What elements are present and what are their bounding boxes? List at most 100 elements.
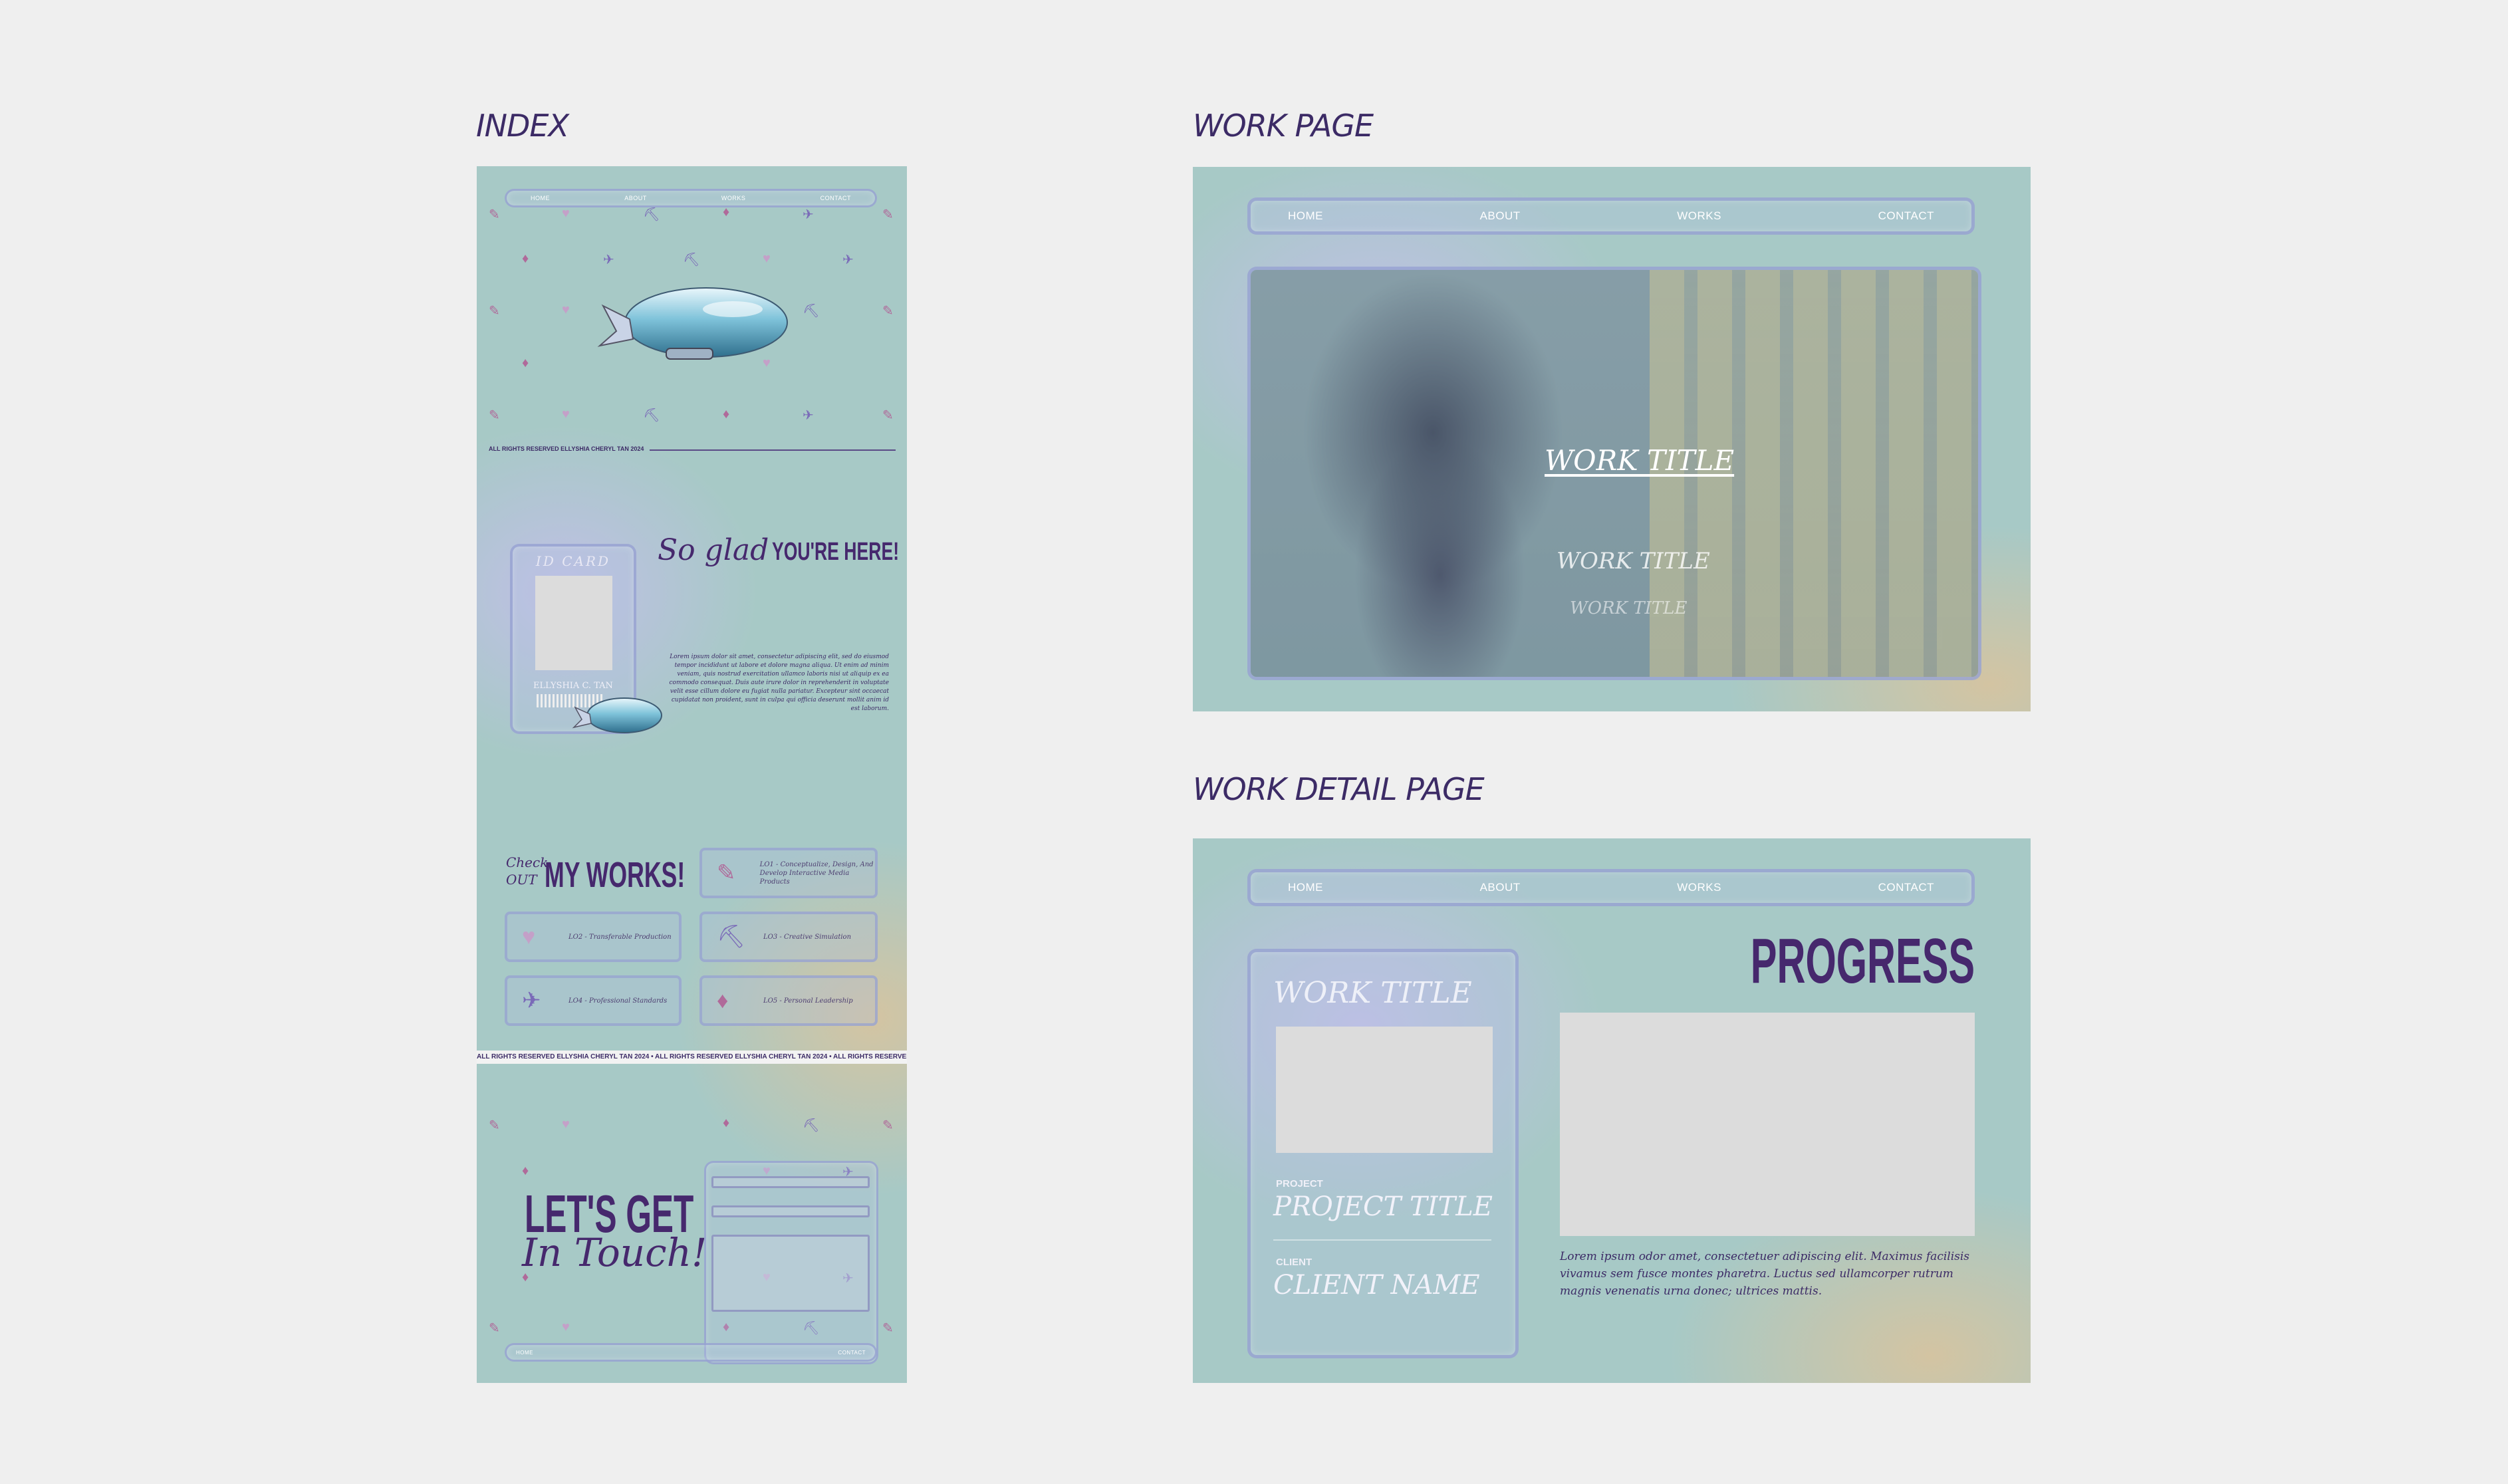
work-detail-frame: HOME ABOUT WORKS CONTACT WORK TITLE PROJ… (1193, 838, 2031, 1383)
nav-home-link[interactable]: HOME (1288, 209, 1323, 223)
heart-icon: ♥ (522, 924, 536, 949)
pickaxe-icon: ⛏ (803, 304, 820, 318)
glad-strong: YOU'RE HERE! (771, 538, 899, 566)
strawberry-icon: ♦ (522, 1164, 529, 1178)
nav-works-link[interactable]: WORKS (1677, 881, 1721, 894)
blimp-illustration (597, 287, 788, 360)
name-input[interactable] (711, 1176, 870, 1188)
lipstick-icon: ✎ (882, 304, 894, 318)
work-card-lo1[interactable]: ✎ LO1 - Conceptualize, Design, And Devel… (699, 848, 878, 898)
work-card-label: LO2 - Transferable Production (568, 933, 672, 941)
lipstick-icon: ✎ (882, 1321, 894, 1336)
nav-contact-link[interactable]: CONTACT (1878, 881, 1934, 894)
small-blimp-illustration (572, 697, 662, 733)
work-card-label: LO3 - Creative Simulation (763, 933, 852, 941)
project-title: PROJECT TITLE (1273, 1191, 1493, 1222)
lipstick-icon: ✎ (882, 207, 894, 222)
out-text: OUT (506, 872, 537, 888)
detail-body-text: Lorem ipsum odor amet, consectetuer adip… (1560, 1250, 1970, 1298)
progress-heading: PROGRESS (1750, 926, 1975, 997)
project-label: PROJECT (1276, 1178, 1323, 1189)
pickaxe-icon: ⛏ (643, 408, 660, 423)
work-title-secondary[interactable]: WORK TITLE (1557, 548, 1710, 574)
lipstick-icon: ✎ (489, 1118, 500, 1133)
rights-ticker: ALL RIGHTS RESERVED ELLYSHIA CHERYL TAN … (477, 1051, 907, 1064)
heart-icon: ♥ (562, 1320, 570, 1334)
lipstick-icon: ✎ (489, 207, 500, 222)
lipstick-icon: ✎ (489, 304, 500, 318)
strawberry-icon: ♦ (723, 205, 730, 219)
about-body-text: Lorem ipsum dolor sit amet, consectetur … (669, 654, 889, 712)
lipstick-icon: ✎ (489, 1321, 500, 1336)
hairdryer-icon: ✈ (842, 253, 854, 267)
nav-works-link[interactable]: WORKS (721, 195, 746, 201)
work-card-label: LO1 - Conceptualize, Design, And Develop… (759, 860, 874, 886)
detail-work-title: WORK TITLE (1273, 976, 1472, 1010)
message-textarea[interactable] (711, 1235, 870, 1312)
heart-icon: ♥ (562, 206, 570, 221)
glad-prefix: So glad (658, 533, 769, 567)
hairdryer-icon: ✈ (603, 253, 614, 267)
work-card-label: LO5 - Personal Leadership (763, 997, 853, 1005)
lipstick-icon: ✎ (489, 408, 500, 423)
client-label: CLIENT (1276, 1257, 1313, 1268)
strawberry-icon: ♦ (723, 1116, 730, 1130)
works-heading: Check OUT MY WORKS! (506, 854, 699, 901)
nav-about-link[interactable]: ABOUT (1480, 881, 1521, 894)
work-page-frame: HOME ABOUT WORKS CONTACT WORK TITLE WORK… (1193, 167, 2031, 711)
footer-home-link[interactable]: HOME (516, 1350, 533, 1356)
nav-about-link[interactable]: ABOUT (624, 195, 647, 201)
index-frame-label: INDEX (476, 108, 569, 144)
in-touch-heading: In Touch! (522, 1230, 707, 1275)
detail-nav-bar: HOME ABOUT WORKS CONTACT (1247, 869, 1975, 906)
progress-image-placeholder (1560, 1013, 1975, 1236)
lipstick-icon: ✎ (882, 1118, 894, 1133)
work-card-lo5[interactable]: ♦ LO5 - Personal Leadership (699, 975, 878, 1026)
work-title-tertiary[interactable]: WORK TITLE (1570, 598, 1688, 618)
nav-contact-link[interactable]: CONTACT (1878, 209, 1934, 223)
work-card-label: LO4 - Professional Standards (568, 997, 668, 1005)
client-name: CLIENT NAME (1273, 1270, 1480, 1300)
work-page-frame-label: WORK PAGE (1193, 108, 1374, 144)
nav-home-link[interactable]: HOME (531, 195, 550, 201)
id-photo-placeholder (535, 576, 612, 670)
heart-icon: ♥ (763, 251, 771, 266)
about-heading: So glad YOU'RE HERE! (658, 533, 899, 567)
index-frame: HOME ABOUT WORKS CONTACT ✎ ♥ ⛏ ♦ ✈ ✎ ♦ ✈… (477, 166, 907, 1383)
hairdryer-icon: ✈ (803, 408, 814, 423)
contact-form (704, 1161, 878, 1364)
nav-home-link[interactable]: HOME (1288, 881, 1323, 894)
id-card-name: ELLYSHIA C. TAN (533, 681, 613, 691)
index-nav-bar: HOME ABOUT WORKS CONTACT (505, 189, 877, 207)
lipstick-icon: ✎ (882, 408, 894, 423)
work-card-lo3[interactable]: ⛏ LO3 - Creative Simulation (699, 912, 878, 962)
work-hero-panel: WORK TITLE WORK TITLE WORK TITLE (1247, 267, 1981, 680)
strawberry-icon: ♦ (717, 987, 729, 1013)
check-text: Check (506, 854, 549, 870)
index-footer-bar: HOME CONTACT (505, 1343, 877, 1362)
detail-info-card: WORK TITLE PROJECT PROJECT TITLE CLIENT … (1247, 949, 1519, 1358)
pickaxe-icon: ⛏ (643, 207, 660, 222)
strawberry-icon: ♦ (723, 407, 730, 422)
work-title-primary[interactable]: WORK TITLE (1545, 444, 1734, 477)
work-card-lo2[interactable]: ♥ LO2 - Transferable Production (505, 912, 682, 962)
strawberry-icon: ♦ (522, 356, 529, 370)
strawberry-icon: ♦ (522, 251, 529, 266)
nav-about-link[interactable]: ABOUT (1480, 209, 1521, 223)
info-divider (1273, 1239, 1491, 1241)
nav-works-link[interactable]: WORKS (1677, 209, 1721, 223)
pickaxe-icon: ⛏ (803, 1118, 820, 1133)
hairdryer-icon: ✈ (522, 988, 541, 1013)
footer-contact-link[interactable]: CONTACT (838, 1350, 866, 1356)
id-card-title: ID CARD (535, 553, 611, 569)
heart-icon: ♥ (562, 407, 570, 422)
rights-divider (650, 449, 896, 451)
detail-thumbnail-placeholder (1276, 1027, 1493, 1153)
email-input[interactable] (711, 1205, 870, 1217)
work-card-lo4[interactable]: ✈ LO4 - Professional Standards (505, 975, 682, 1026)
pickaxe-icon: ⛏ (683, 253, 700, 267)
my-works-text: MY WORKS! (545, 855, 686, 895)
nav-contact-link[interactable]: CONTACT (820, 195, 851, 201)
heart-icon: ♥ (562, 1117, 570, 1132)
field-label (711, 1167, 713, 1173)
